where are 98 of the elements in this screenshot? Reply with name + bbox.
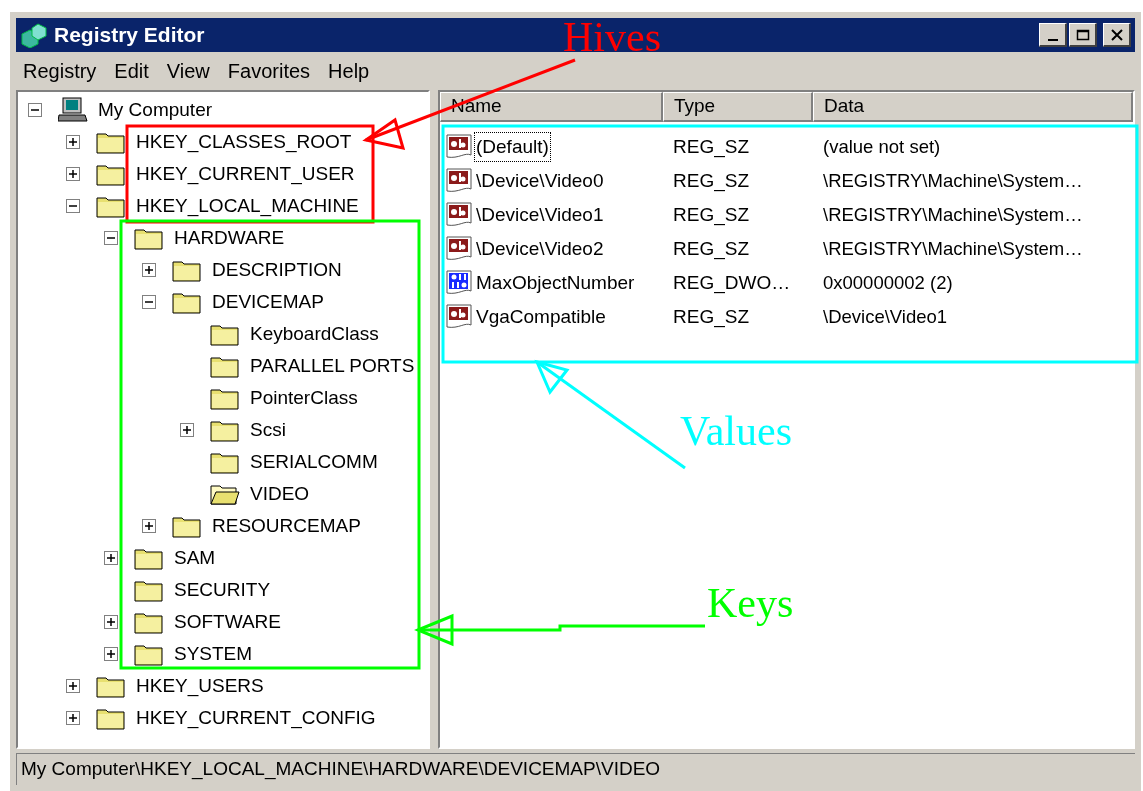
folder-icon xyxy=(96,706,126,730)
binary-value-icon xyxy=(446,270,474,296)
tree-item[interactable]: RESOURCEMAP xyxy=(210,511,363,541)
registry-cubes-icon xyxy=(20,22,48,48)
menu-item[interactable]: Edit xyxy=(107,56,156,86)
folder-icon xyxy=(96,674,126,698)
expand-icon[interactable] xyxy=(142,519,156,533)
expand-icon[interactable] xyxy=(66,679,80,693)
value-data: \Device\Video1 xyxy=(822,305,948,330)
tree-item[interactable]: HKEY_USERS xyxy=(134,671,266,701)
value-data: \REGISTRY\Machine\System… xyxy=(822,237,1083,262)
value-type: REG_DWO… xyxy=(672,270,792,296)
folder-icon xyxy=(172,290,202,314)
value-type: REG_SZ xyxy=(672,168,751,194)
tree-item[interactable]: SERIALCOMM xyxy=(248,447,380,477)
column-header[interactable]: Type xyxy=(663,92,813,122)
value-name[interactable]: (Default) xyxy=(474,131,551,163)
value-type: REG_SZ xyxy=(672,134,751,160)
folder-icon xyxy=(172,258,202,282)
value-data: \REGISTRY\Machine\System… xyxy=(822,203,1083,228)
tree-item[interactable]: DEVICEMAP xyxy=(210,287,326,317)
tree-item[interactable]: HKEY_CURRENT_CONFIG xyxy=(134,703,378,733)
folder-icon xyxy=(96,194,126,218)
value-name[interactable]: \Device\Video0 xyxy=(474,165,606,197)
annotation-label: Values xyxy=(680,410,792,452)
expand-icon[interactable] xyxy=(180,423,194,437)
value-data: 0x00000002 (2) xyxy=(822,271,953,296)
tree-item[interactable]: VIDEO xyxy=(248,479,312,509)
menu-item[interactable]: Help xyxy=(321,56,377,86)
status-bar: My Computer\HKEY_LOCAL_MACHINE\HARDWARE\DEVICEMAP\VIDEO xyxy=(16,753,1135,785)
tree-item[interactable]: HKEY_CLASSES_ROOT xyxy=(134,127,354,157)
string-value-icon xyxy=(446,168,474,194)
annotation-label: Keys xyxy=(707,582,794,624)
expand-icon[interactable] xyxy=(66,135,80,149)
tree-item[interactable]: HARDWARE xyxy=(172,223,287,253)
tree-item[interactable]: SYSTEM xyxy=(172,639,255,669)
string-value-icon xyxy=(446,134,474,160)
folder-icon xyxy=(134,610,164,634)
column-header[interactable]: Data xyxy=(813,92,1133,122)
expand-icon[interactable] xyxy=(104,551,118,565)
string-value-icon xyxy=(446,304,474,330)
collapse-icon[interactable] xyxy=(66,199,80,213)
minimize-button[interactable] xyxy=(1039,23,1067,47)
folder-icon xyxy=(172,514,202,538)
folder-icon xyxy=(210,450,240,474)
value-name[interactable]: MaxObjectNumber xyxy=(474,267,637,299)
value-data: \REGISTRY\Machine\System… xyxy=(822,169,1083,194)
folder-icon xyxy=(134,226,164,250)
window-title: Registry Editor xyxy=(54,22,205,49)
maximize-icon xyxy=(1075,28,1090,41)
tree-item[interactable]: Scsi xyxy=(248,415,288,445)
column-header[interactable]: Name xyxy=(440,92,663,122)
collapse-icon[interactable] xyxy=(104,231,118,245)
value-name[interactable]: \Device\Video1 xyxy=(474,199,606,231)
menu-item[interactable]: Favorites xyxy=(220,56,318,86)
folder-icon xyxy=(210,322,240,346)
folder-icon xyxy=(134,642,164,666)
value-name[interactable]: \Device\Video2 xyxy=(474,233,606,265)
folder-icon xyxy=(210,354,240,378)
collapse-icon[interactable] xyxy=(142,295,156,309)
expand-icon[interactable] xyxy=(104,647,118,661)
tree-item[interactable]: PointerClass xyxy=(248,383,360,413)
expand-icon[interactable] xyxy=(66,167,80,181)
expand-icon[interactable] xyxy=(142,263,156,277)
value-data: (value not set) xyxy=(822,135,941,160)
value-type: REG_SZ xyxy=(672,304,751,330)
string-value-icon xyxy=(446,202,474,228)
menu-item[interactable]: View xyxy=(159,56,217,86)
minimize-icon xyxy=(1047,38,1058,41)
value-type: REG_SZ xyxy=(672,202,751,228)
folder-icon xyxy=(210,386,240,410)
folder-icon xyxy=(134,578,164,602)
string-value-icon xyxy=(446,236,474,262)
tree-item[interactable]: SECURITY xyxy=(172,575,273,605)
computer-icon xyxy=(58,97,88,123)
folder-icon xyxy=(210,418,240,442)
collapse-icon[interactable] xyxy=(28,103,42,117)
folder-icon xyxy=(96,162,126,186)
tree-item[interactable]: HKEY_LOCAL_MACHINE xyxy=(134,191,361,221)
open-folder-icon xyxy=(210,482,240,506)
tree-item[interactable]: SOFTWARE xyxy=(172,607,283,637)
tree-item[interactable]: KeyboardClass xyxy=(248,319,381,349)
menu-item[interactable]: Registry xyxy=(16,56,104,86)
tree-item[interactable]: My Computer xyxy=(96,95,215,125)
value-name[interactable]: VgaCompatible xyxy=(474,301,608,333)
close-button[interactable] xyxy=(1103,23,1131,47)
folder-icon xyxy=(96,130,126,154)
tree-item[interactable]: HKEY_CURRENT_USER xyxy=(134,159,357,189)
tree-item[interactable]: SAM xyxy=(172,543,218,573)
expand-icon[interactable] xyxy=(66,711,80,725)
tree-item[interactable]: DESCRIPTION xyxy=(210,255,344,285)
annotation-label: Hives xyxy=(563,16,661,58)
folder-icon xyxy=(134,546,164,570)
close-icon xyxy=(1109,28,1124,41)
expand-icon[interactable] xyxy=(104,615,118,629)
value-type: REG_SZ xyxy=(672,236,751,262)
maximize-button[interactable] xyxy=(1069,23,1097,47)
tree-item[interactable]: PARALLEL PORTS xyxy=(248,351,417,381)
